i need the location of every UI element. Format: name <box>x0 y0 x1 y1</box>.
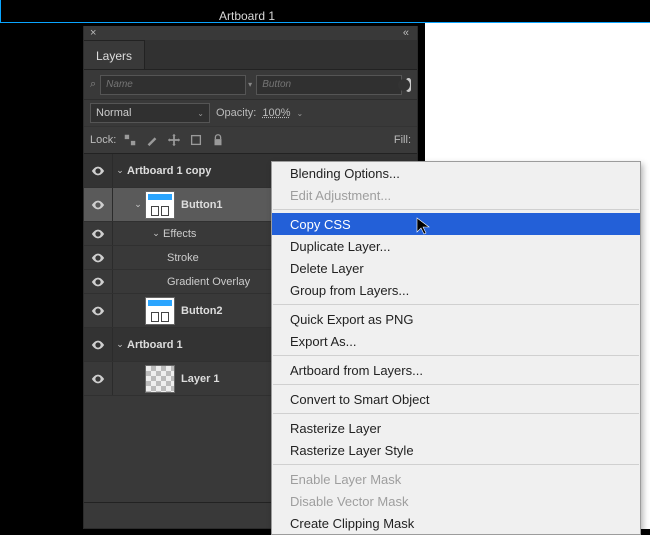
cursor-icon <box>416 217 432 240</box>
layer-thumbnail[interactable] <box>145 297 175 325</box>
menu-item: Edit Adjustment... <box>272 184 640 206</box>
filter-name-input[interactable] <box>100 75 246 95</box>
blend-mode-value: Normal <box>96 107 131 119</box>
layer-name[interactable]: Artboard 1 copy <box>127 165 211 177</box>
fill-label: Fill: <box>394 134 411 146</box>
menu-item[interactable]: Create Clipping Mask <box>272 512 640 534</box>
vertical-guide <box>0 0 1 22</box>
lock-transparency-icon[interactable] <box>122 132 138 148</box>
visibility-toggle[interactable] <box>84 277 112 287</box>
horizontal-guide <box>0 22 650 23</box>
layer-thumbnail[interactable] <box>145 191 175 219</box>
layer-name[interactable]: Artboard 1 <box>127 339 183 351</box>
lock-artboard-icon[interactable] <box>188 132 204 148</box>
filter-toggle[interactable] <box>406 78 411 92</box>
menu-item[interactable]: Group from Layers... <box>272 279 640 301</box>
menu-separator <box>273 464 639 465</box>
menu-item[interactable]: Quick Export as PNG <box>272 308 640 330</box>
menu-item[interactable]: Blending Options... <box>272 162 640 184</box>
chevron-down-icon[interactable]: ⌄ <box>149 228 163 239</box>
layer-thumbnail[interactable] <box>145 365 175 393</box>
menu-item: Disable Vector Mask <box>272 490 640 512</box>
tab-layers[interactable]: Layers <box>84 40 145 69</box>
visibility-toggle[interactable] <box>84 166 112 176</box>
menu-separator <box>273 304 639 305</box>
visibility-toggle[interactable] <box>84 229 112 239</box>
menu-item[interactable]: Convert to Smart Object <box>272 388 640 410</box>
menu-separator <box>273 209 639 210</box>
layer-name[interactable]: Button2 <box>181 305 223 317</box>
menu-item[interactable]: Artboard from Layers... <box>272 359 640 381</box>
menu-item[interactable]: Delete Layer <box>272 257 640 279</box>
canvas-title: Artboard 1 <box>219 9 275 23</box>
search-icon: ⌕ <box>90 78 96 91</box>
visibility-toggle[interactable] <box>84 306 112 316</box>
opacity-value[interactable]: 100% <box>262 107 290 119</box>
close-icon[interactable]: × <box>90 27 96 39</box>
menu-item[interactable]: Copy CSS <box>272 213 640 235</box>
menu-item[interactable]: Export As... <box>272 330 640 352</box>
menu-item: Enable Layer Mask <box>272 468 640 490</box>
effect-name[interactable]: Gradient Overlay <box>167 276 250 288</box>
menu-item[interactable]: Rasterize Layer Style <box>272 439 640 461</box>
filter-text-input[interactable] <box>256 75 402 95</box>
menu-separator <box>273 355 639 356</box>
menu-separator <box>273 384 639 385</box>
collapse-icon[interactable]: « <box>403 27 409 39</box>
chevron-down-icon[interactable]: ▾ <box>248 80 252 89</box>
lock-brush-icon[interactable] <box>144 132 160 148</box>
chevron-down-icon[interactable]: ⌄ <box>113 165 127 176</box>
opacity-label: Opacity: <box>216 107 256 119</box>
visibility-toggle[interactable] <box>84 340 112 350</box>
lock-label: Lock: <box>90 134 116 146</box>
menu-item[interactable]: Rasterize Layer <box>272 417 640 439</box>
lock-all-icon[interactable] <box>210 132 226 148</box>
visibility-toggle[interactable] <box>84 253 112 263</box>
menu-separator <box>273 413 639 414</box>
chevron-down-icon[interactable]: ⌄ <box>131 199 145 210</box>
visibility-toggle[interactable] <box>84 374 112 384</box>
context-menu: Blending Options...Edit Adjustment... Cop… <box>271 161 641 535</box>
effects-label[interactable]: Effects <box>163 228 196 240</box>
visibility-toggle[interactable] <box>84 200 112 210</box>
chevron-down-icon[interactable]: ⌄ <box>113 339 127 350</box>
lock-move-icon[interactable] <box>166 132 182 148</box>
chevron-down-icon: ⌄ <box>197 109 204 118</box>
effect-name[interactable]: Stroke <box>167 252 199 264</box>
menu-item[interactable]: Duplicate Layer... <box>272 235 640 257</box>
blend-mode-select[interactable]: Normal ⌄ <box>90 103 210 123</box>
layer-name[interactable]: Button1 <box>181 199 223 211</box>
layer-name[interactable]: Layer 1 <box>181 373 220 385</box>
chevron-down-icon[interactable]: ⌄ <box>297 109 304 118</box>
